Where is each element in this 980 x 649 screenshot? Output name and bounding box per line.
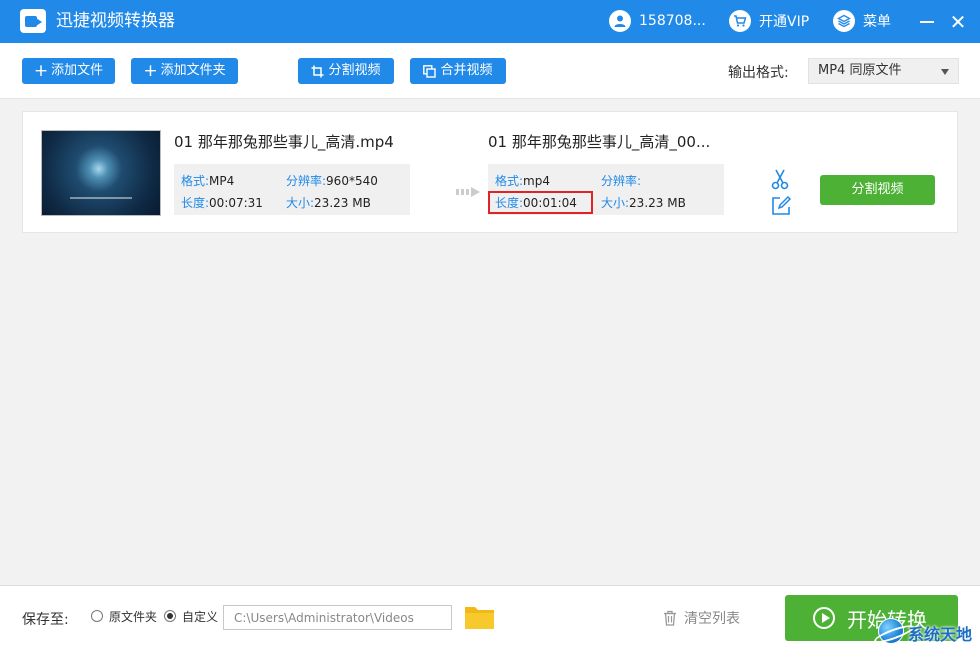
scissors-icon[interactable] bbox=[769, 168, 791, 190]
trash-icon bbox=[664, 610, 676, 626]
source-file-name: 01 那年那兔那些事儿_高清.mp4 bbox=[174, 133, 394, 151]
video-thumbnail bbox=[41, 130, 161, 216]
convert-arrow-icon bbox=[456, 187, 480, 197]
clear-list-button[interactable]: 清空列表 bbox=[662, 608, 740, 628]
split-video-toolbar-button[interactable]: 分割视频 bbox=[298, 58, 394, 84]
user-account-button[interactable]: 158708... bbox=[609, 9, 706, 33]
watermark-text: 系统天地 bbox=[908, 625, 973, 644]
source-size-label: 大小: bbox=[286, 196, 315, 210]
app-title: 迅捷视频转换器 bbox=[56, 11, 175, 31]
add-file-label: 添加文件 bbox=[51, 63, 104, 78]
source-resolution-label: 分辨率: bbox=[286, 174, 327, 188]
file-list-item: 01 那年那兔那些事儿_高清.mp4 格式:MP4 分辨率:960*540 长度… bbox=[22, 111, 958, 233]
merge-icon bbox=[423, 64, 437, 78]
edit-icon[interactable] bbox=[770, 195, 792, 217]
close-button[interactable]: ✕ bbox=[946, 10, 970, 34]
output-format-value: mp4 bbox=[523, 174, 550, 188]
save-path-input[interactable] bbox=[223, 605, 452, 630]
output-size-label: 大小: bbox=[601, 196, 630, 210]
duration-highlight-box bbox=[488, 191, 593, 214]
menu-button[interactable]: 菜单 bbox=[833, 9, 891, 33]
radio-original-folder[interactable] bbox=[91, 610, 103, 622]
add-folder-button[interactable]: + 添加文件夹 bbox=[131, 58, 238, 84]
source-resolution-value: 960*540 bbox=[326, 174, 378, 188]
cart-icon bbox=[729, 10, 751, 32]
watermark-logo: 系统天地 bbox=[872, 612, 980, 649]
merge-video-label: 合并视频 bbox=[440, 63, 493, 78]
app-logo-icon bbox=[20, 9, 46, 33]
plus-icon: + bbox=[33, 61, 49, 81]
output-format-label: 格式: bbox=[495, 174, 524, 188]
radio-original-folder-label: 原文件夹 bbox=[109, 610, 158, 624]
split-video-toolbar-label: 分割视频 bbox=[328, 63, 381, 78]
merge-video-button[interactable]: 合并视频 bbox=[410, 58, 506, 84]
save-to-label: 保存至: bbox=[22, 612, 69, 628]
user-icon bbox=[609, 10, 631, 32]
output-format-value: MP4 同原文件 bbox=[818, 63, 902, 78]
output-format-label: 输出格式: bbox=[728, 65, 789, 81]
plus-icon: + bbox=[143, 61, 158, 81]
source-format-value: MP4 bbox=[209, 174, 235, 188]
add-file-button[interactable]: + 添加文件 bbox=[22, 58, 115, 84]
output-file-name: 01 那年那兔那些事儿_高清_00... bbox=[488, 133, 711, 151]
globe-icon bbox=[878, 618, 904, 644]
chevron-down-icon bbox=[941, 69, 949, 75]
add-folder-label: 添加文件夹 bbox=[160, 63, 226, 78]
vip-label: 开通VIP bbox=[759, 14, 810, 30]
source-format-label: 格式: bbox=[181, 174, 210, 188]
crop-icon bbox=[311, 65, 324, 77]
user-phone-label: 158708... bbox=[639, 13, 706, 29]
menu-label: 菜单 bbox=[863, 14, 891, 30]
output-resolution-label: 分辨率: bbox=[601, 174, 642, 188]
split-video-button[interactable]: 分割视频 bbox=[820, 175, 935, 205]
minimize-button[interactable] bbox=[914, 10, 938, 34]
source-duration-label: 长度: bbox=[181, 196, 210, 210]
radio-custom-label: 自定义 bbox=[182, 610, 219, 624]
source-info-panel: 格式:MP4 分辨率:960*540 长度:00:07:31 大小:23.23 … bbox=[174, 164, 410, 215]
bottom-bar: 保存至: 原文件夹 自定义 清空列表 开始转换 bbox=[0, 585, 980, 649]
source-size-value: 23.23 MB bbox=[314, 196, 371, 210]
folder-icon[interactable] bbox=[464, 604, 495, 630]
vip-button[interactable]: 开通VIP bbox=[729, 9, 809, 33]
output-format-select[interactable]: MP4 同原文件 bbox=[808, 58, 959, 84]
play-icon bbox=[813, 607, 835, 629]
clear-list-label: 清空列表 bbox=[684, 611, 740, 627]
output-size-value: 23.23 MB bbox=[629, 196, 686, 210]
toolbar: + 添加文件 + 添加文件夹 分割视频 合并视频 输出格式: MP4 同原文件 bbox=[0, 43, 980, 99]
title-bar: 迅捷视频转换器 158708... 开通VIP 菜单 ✕ bbox=[0, 0, 980, 43]
layers-icon bbox=[833, 10, 855, 32]
source-duration-value: 00:07:31 bbox=[209, 196, 263, 210]
radio-custom[interactable] bbox=[164, 610, 176, 622]
